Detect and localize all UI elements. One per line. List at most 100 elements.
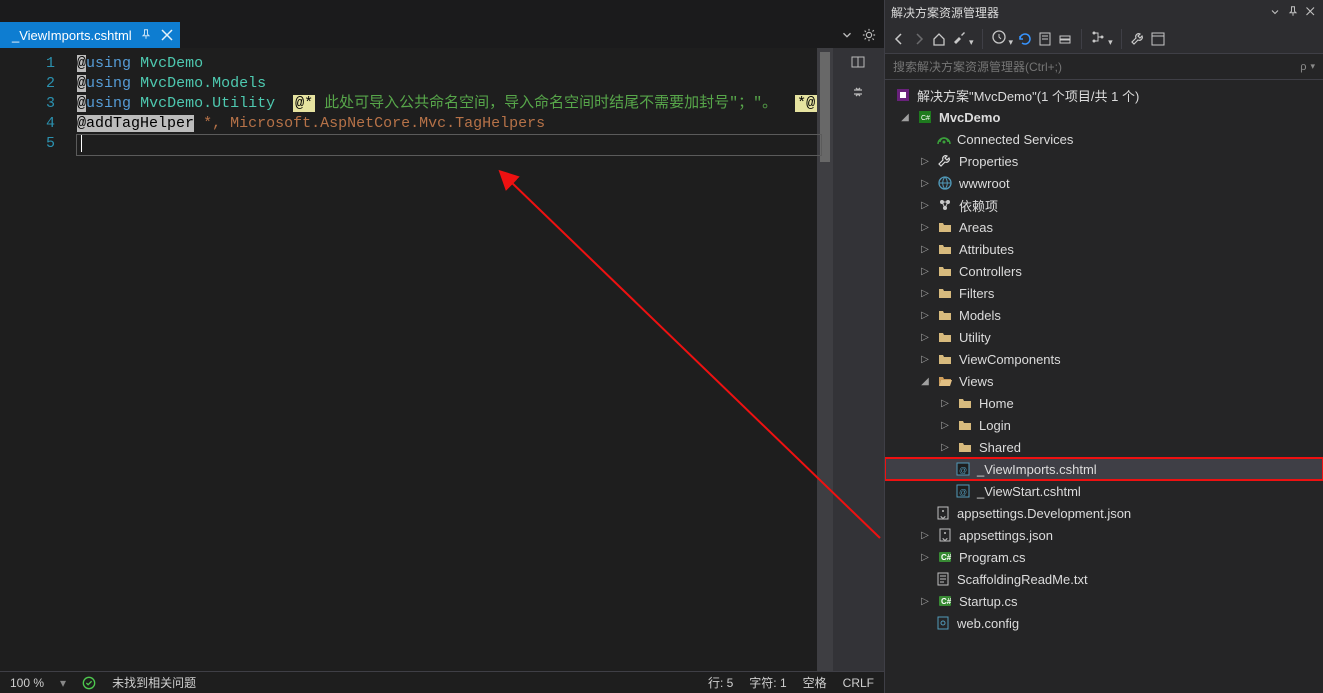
tab-viewimports[interactable]: _ViewImports.cshtml	[0, 22, 180, 48]
vertical-scrollbar[interactable]	[817, 48, 833, 671]
code-lines[interactable]: @using MvcDemo @using MvcDemo.Models @us…	[77, 48, 817, 671]
split-icon[interactable]	[850, 54, 866, 70]
node-appsettings[interactable]: ▷appsettings.json	[885, 524, 1323, 546]
dropdown-icon[interactable]	[840, 28, 854, 42]
node-filters[interactable]: ▷Filters	[885, 282, 1323, 304]
node-appsettings-dev[interactable]: appsettings.Development.json	[885, 502, 1323, 524]
doc-icon[interactable]	[1037, 31, 1053, 47]
chevron-right-icon[interactable]: ▷	[919, 552, 931, 563]
close-icon[interactable]	[1305, 6, 1317, 18]
status-indent[interactable]: 空格	[803, 674, 827, 691]
zoom-level[interactable]: 100 %	[10, 676, 44, 690]
chevron-right-icon[interactable]: ▷	[919, 200, 931, 211]
node-viewcomponents[interactable]: ▷ViewComponents	[885, 348, 1323, 370]
folder-icon	[957, 395, 973, 411]
chevron-right-icon[interactable]: ▷	[919, 310, 931, 321]
chevron-right-icon[interactable]: ▷	[919, 332, 931, 343]
node-label: Startup.cs	[959, 594, 1018, 609]
wrench-icon[interactable]	[1130, 31, 1146, 47]
forward-icon[interactable]	[911, 31, 927, 47]
folder-icon	[937, 307, 953, 323]
chevron-right-icon[interactable]: ▷	[939, 442, 951, 453]
explorer-title: 解决方案资源管理器	[891, 4, 999, 21]
scope-dropdown[interactable]	[951, 29, 974, 48]
chevron-right-icon[interactable]: ▷	[919, 288, 931, 299]
properties-icon[interactable]	[1150, 31, 1166, 47]
chevron-down-icon[interactable]: ◢	[899, 112, 911, 123]
chevron-right-icon[interactable]: ▷	[919, 222, 931, 233]
status-eol[interactable]: CRLF	[843, 676, 874, 690]
history-dropdown[interactable]	[991, 29, 1014, 48]
node-label: Shared	[979, 440, 1021, 455]
chevron-right-icon[interactable]: ▷	[919, 596, 931, 607]
node-program[interactable]: ▷Program.cs	[885, 546, 1323, 568]
solution-node[interactable]: 解决方案"MvcDemo"(1 个项目/共 1 个)	[885, 84, 1323, 106]
node-label: Home	[979, 396, 1014, 411]
solution-tree[interactable]: 解决方案"MvcDemo"(1 个项目/共 1 个) ◢ MvcDemo Con…	[885, 80, 1323, 693]
node-controllers[interactable]: ▷Controllers	[885, 260, 1323, 282]
node-startup[interactable]: ▷ Startup.cs	[885, 590, 1323, 612]
comment: 此处可导入公共命名空间，导入命名空间时结尾不需要加封号"；"。	[324, 95, 777, 112]
node-viewimports[interactable]: _ViewImports.cshtml	[885, 458, 1323, 480]
stack-icon[interactable]	[1057, 31, 1073, 47]
node-connected-services[interactable]: Connected Services	[885, 128, 1323, 150]
chevron-right-icon[interactable]: ▷	[939, 398, 951, 409]
home-icon[interactable]	[931, 31, 947, 47]
node-login[interactable]: ▷Login	[885, 414, 1323, 436]
node-properties[interactable]: ▷ Properties	[885, 150, 1323, 172]
node-models[interactable]: ▷Models	[885, 304, 1323, 326]
explorer-title-bar: 解决方案资源管理器	[885, 0, 1323, 24]
chevron-down-icon[interactable]: ◢	[919, 376, 931, 387]
status-line[interactable]: 行: 5	[708, 674, 733, 691]
status-col[interactable]: 字符: 1	[749, 674, 786, 691]
pin-icon[interactable]	[1287, 6, 1299, 18]
explorer-search[interactable]: ρ▾	[885, 54, 1323, 80]
folder-icon	[957, 439, 973, 455]
node-utility[interactable]: ▷Utility	[885, 326, 1323, 348]
brush-icon	[951, 29, 967, 45]
project-node[interactable]: ◢ MvcDemo	[885, 106, 1323, 128]
tree-dropdown[interactable]	[1090, 29, 1113, 48]
node-scaffolding[interactable]: ScaffoldingReadMe.txt	[885, 568, 1323, 590]
chevron-right-icon[interactable]: ▷	[919, 266, 931, 277]
chevron-right-icon[interactable]: ▷	[919, 244, 931, 255]
search-input[interactable]	[893, 60, 1300, 74]
chevron-right-icon[interactable]: ▷	[919, 530, 931, 541]
gear-icon[interactable]	[862, 28, 876, 42]
chevron-right-icon[interactable]: ▷	[919, 178, 931, 189]
node-label: Attributes	[959, 242, 1014, 257]
taghelpers: *, Microsoft.AspNetCore.Mvc.TagHelpers	[203, 115, 545, 132]
back-icon[interactable]	[891, 31, 907, 47]
node-viewstart[interactable]: _ViewStart.cshtml	[885, 480, 1323, 502]
status-bar: 100 % ▾ 未找到相关问题 行: 5 字符: 1 空格 CRLF	[0, 671, 884, 693]
chevron-right-icon[interactable]: ▷	[919, 354, 931, 365]
node-webconfig[interactable]: web.config	[885, 612, 1323, 634]
node-label: ScaffoldingReadMe.txt	[957, 572, 1088, 587]
node-attributes[interactable]: ▷ Attributes	[885, 238, 1323, 260]
tree-icon	[1090, 29, 1106, 45]
no-issues-label[interactable]: 未找到相关问题	[112, 674, 196, 691]
editor-pane: _ViewImports.cshtml 1 2 3 4 5 @using Mvc…	[0, 0, 884, 693]
node-home[interactable]: ▷ Home	[885, 392, 1323, 414]
txt-icon	[935, 571, 951, 587]
node-areas[interactable]: ▷Areas	[885, 216, 1323, 238]
code-area[interactable]: 1 2 3 4 5 @using MvcDemo @using MvcDemo.…	[0, 48, 884, 671]
node-wwwroot[interactable]: ▷ wwwroot	[885, 172, 1323, 194]
dropdown-icon[interactable]	[1269, 6, 1281, 18]
chevron-right-icon[interactable]: ▷	[939, 420, 951, 431]
node-views[interactable]: ◢Views	[885, 370, 1323, 392]
folder-icon	[937, 351, 953, 367]
deps-icon	[937, 197, 953, 213]
chevron-right-icon[interactable]: ▷	[919, 156, 931, 167]
node-shared[interactable]: ▷ Shared	[885, 436, 1323, 458]
node-dependencies[interactable]: ▷依赖项	[885, 194, 1323, 216]
close-icon[interactable]	[160, 28, 174, 42]
node-label: Properties	[959, 154, 1018, 169]
scroll-thumb[interactable]	[820, 52, 830, 162]
pin-icon[interactable]	[140, 29, 152, 41]
node-label: wwwroot	[959, 176, 1010, 191]
kw-using: using	[86, 95, 131, 112]
line-number: 3	[0, 94, 55, 114]
collapse-icon[interactable]	[850, 84, 866, 100]
refresh-icon[interactable]	[1017, 31, 1033, 47]
